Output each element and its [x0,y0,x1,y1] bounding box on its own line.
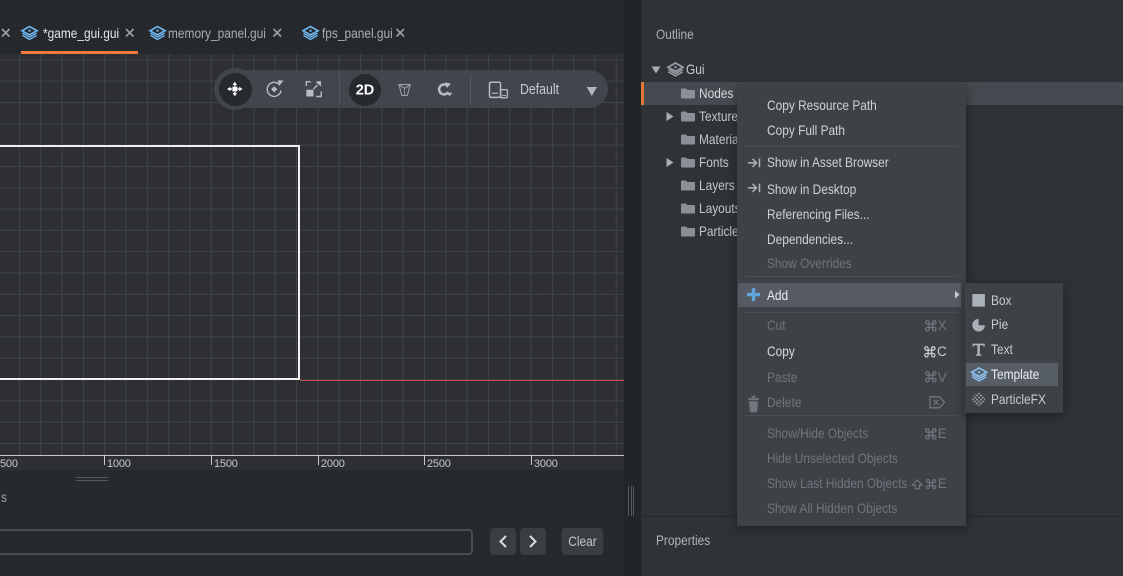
svg-text:2D: 2D [356,83,375,99]
